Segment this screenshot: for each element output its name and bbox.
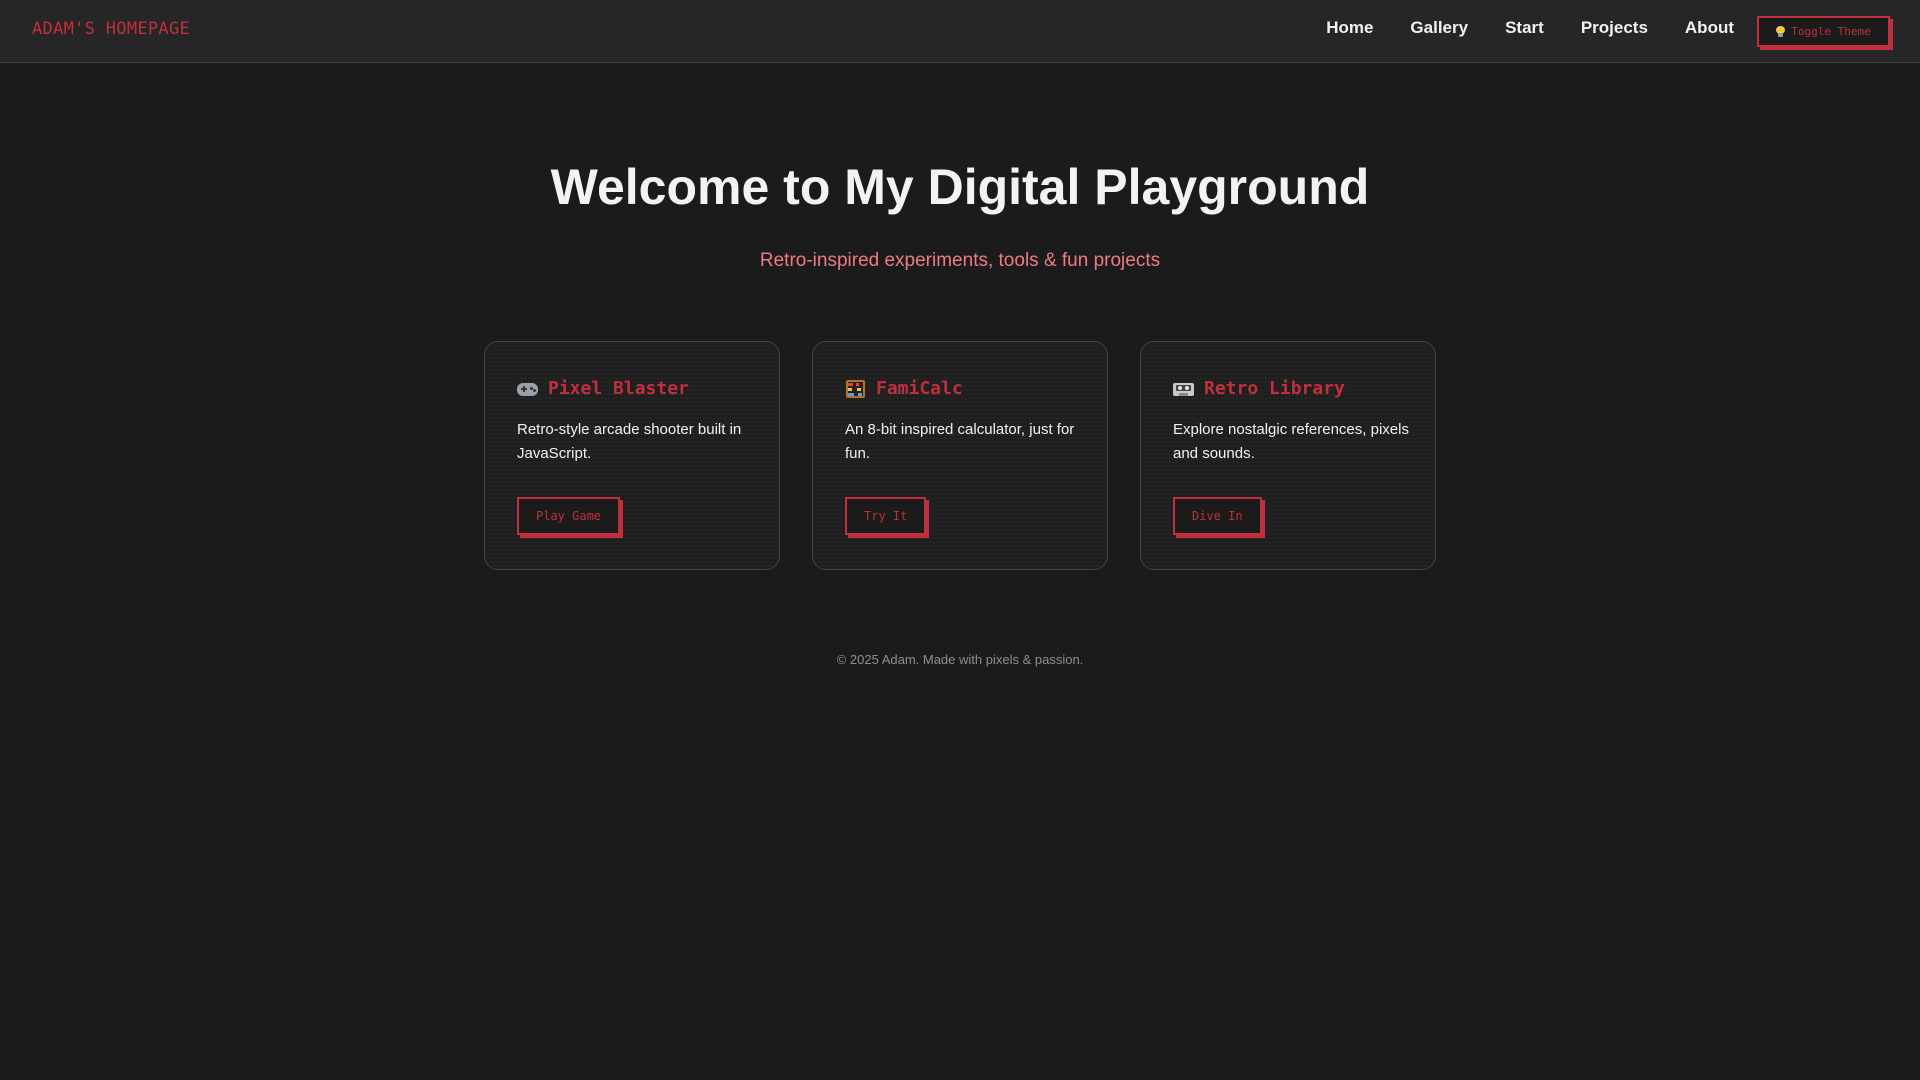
hero-title: Welcome to My Digital Playground (550, 159, 1370, 215)
project-cards: Pixel Blaster Retro-style arcade shooter… (484, 341, 1436, 570)
card-title: Retro Library (1173, 378, 1345, 399)
card-description: An 8-bit inspired calculator, just for f… (845, 421, 1075, 462)
card-description: Explore nostalgic references, pixels and… (1173, 421, 1409, 462)
gamepad-icon (517, 380, 538, 398)
footer-text: © 2025 Adam. Made with pixels & passion. (836, 652, 1084, 667)
hero-subtitle: Retro-inspired experiments, tools & fun … (759, 250, 1161, 271)
lightbulb-icon (1776, 26, 1786, 37)
card-title-text: FamiCalc (876, 378, 963, 399)
cassette-icon (1173, 380, 1194, 398)
nav-link-gallery[interactable]: Gallery (1410, 18, 1468, 38)
site-brand[interactable]: ADAM'S HOMEPAGE (32, 19, 190, 39)
card-description: Retro-style arcade shooter built in Java… (517, 421, 742, 462)
nav-link-about[interactable]: About (1685, 18, 1734, 38)
card-title: FamiCalc (845, 378, 963, 399)
nav-link-home[interactable]: Home (1326, 18, 1373, 38)
play-game-button[interactable]: Play Game (517, 497, 621, 535)
try-it-button[interactable]: Try It (845, 497, 927, 535)
project-card-pixel-blaster: Pixel Blaster Retro-style arcade shooter… (484, 341, 780, 570)
nav-link-projects[interactable]: Projects (1581, 18, 1648, 38)
card-title: Pixel Blaster (517, 378, 689, 399)
nav-link-start[interactable]: Start (1505, 18, 1544, 38)
nav-links: Home Gallery Start Projects About (1326, 18, 1734, 38)
toggle-theme-button[interactable]: Toggle Theme (1757, 16, 1890, 47)
navbar: ADAM'S HOMEPAGE Home Gallery Start Proje… (0, 0, 1920, 63)
abacus-icon (845, 379, 866, 398)
dive-in-button[interactable]: Dive In (1173, 497, 1262, 535)
project-card-famicalc: FamiCalc An 8-bit inspired calculator, j… (812, 341, 1108, 570)
card-title-text: Retro Library (1204, 378, 1345, 399)
project-card-retro-library: Retro Library Explore nostalgic referenc… (1140, 341, 1436, 570)
card-title-text: Pixel Blaster (548, 378, 689, 399)
toggle-theme-label: Toggle Theme (1791, 25, 1871, 38)
